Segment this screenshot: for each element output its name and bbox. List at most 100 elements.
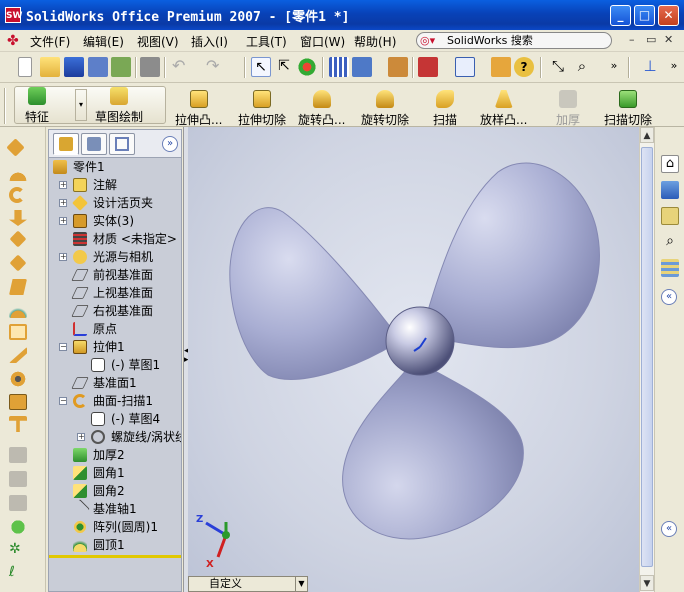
- normal-to-icon[interactable]: ⊥: [640, 57, 660, 77]
- fillet-icon[interactable]: [9, 347, 27, 363]
- reference-point-icon[interactable]: ✲: [9, 541, 27, 557]
- tree-item[interactable]: (-) 草图1: [49, 356, 181, 374]
- revolve-cut-icon[interactable]: [9, 302, 27, 318]
- tree-expander-icon[interactable]: −: [59, 343, 67, 351]
- sweep-icon[interactable]: [9, 187, 25, 203]
- make-drawing-icon[interactable]: [88, 57, 108, 77]
- menu-tools[interactable]: 工具(T): [246, 33, 287, 50]
- sketch-relations-icon[interactable]: [352, 57, 372, 77]
- cut-extrude-icon[interactable]: [9, 230, 27, 248]
- tree-item[interactable]: 前视基准面: [49, 266, 181, 284]
- menu-edit[interactable]: 编辑(E): [83, 33, 124, 50]
- revolved-cut-button[interactable]: 旋转切除: [361, 90, 409, 128]
- featuremanager-tab[interactable]: [53, 133, 79, 155]
- scroll-up-icon[interactable]: ▲: [640, 127, 654, 143]
- loft-icon[interactable]: [9, 210, 27, 226]
- tree-item[interactable]: + 螺旋线/涡状线1: [49, 428, 181, 446]
- close-button[interactable]: ✕: [658, 5, 679, 26]
- make-assembly-icon[interactable]: [111, 57, 131, 77]
- revolved-boss-button[interactable]: 旋转凸...: [298, 90, 345, 128]
- undo-icon[interactable]: ↶: [172, 57, 192, 77]
- menu-window[interactable]: 窗口(W): [300, 33, 345, 50]
- search-icon[interactable]: ⌕: [661, 233, 679, 251]
- tree-item[interactable]: + 光源与相机: [49, 248, 181, 266]
- view-palette-icon[interactable]: [661, 259, 679, 277]
- cut-revolve-icon[interactable]: [9, 254, 27, 272]
- reference-geometry-icon[interactable]: [388, 57, 408, 77]
- rollback-bar[interactable]: [49, 555, 181, 558]
- propeller-model[interactable]: [188, 127, 639, 592]
- tree-item[interactable]: + 实体(3): [49, 212, 181, 230]
- propertymanager-tab[interactable]: [81, 133, 107, 155]
- lofted-boss-button[interactable]: 放样凸...: [480, 90, 527, 128]
- help-icon[interactable]: ?: [514, 57, 534, 77]
- tree-item[interactable]: 圆角2: [49, 482, 181, 500]
- new-document-icon[interactable]: [18, 57, 32, 77]
- tree-item[interactable]: 零件1: [49, 158, 181, 176]
- swept-cut-button[interactable]: 扫描切除: [604, 90, 652, 128]
- title-bar[interactable]: SW SolidWorks Office Premium 2007 - [零件1…: [0, 0, 684, 30]
- thicken-button[interactable]: 加厚: [556, 90, 580, 128]
- features-tab[interactable]: 特征: [25, 87, 49, 125]
- tree-expander-icon[interactable]: −: [59, 397, 67, 405]
- scroll-thumb[interactable]: [641, 147, 653, 567]
- extruded-cut-button[interactable]: 拉伸切除: [238, 90, 286, 128]
- extruded-boss-button[interactable]: 拉伸凸...: [175, 90, 222, 128]
- menu-file[interactable]: 文件(F): [30, 33, 70, 50]
- solidworks-app-icon[interactable]: SW: [5, 7, 22, 23]
- tree-expander-icon[interactable]: +: [59, 253, 67, 261]
- zoom-to-fit-icon[interactable]: ⤡: [548, 57, 568, 77]
- tree-item[interactable]: 阵列(圆周)1: [49, 518, 181, 536]
- tree-expander-icon[interactable]: +: [59, 181, 67, 189]
- properties-icon[interactable]: [491, 57, 511, 77]
- cut-sweep-icon[interactable]: [9, 279, 27, 295]
- tree-item[interactable]: 原点: [49, 320, 181, 338]
- task-pane-collapse-icon[interactable]: «: [661, 289, 677, 305]
- tree-item[interactable]: 圆顶1: [49, 536, 181, 554]
- solidworks-logo-icon[interactable]: ✤: [7, 33, 27, 49]
- tree-item[interactable]: 加厚2: [49, 446, 181, 464]
- options-grid-icon[interactable]: [329, 57, 349, 77]
- view-orientation-dropdown[interactable]: 自定义 ▼: [188, 576, 308, 592]
- configurationmanager-tab[interactable]: [109, 133, 135, 155]
- tree-item[interactable]: 右视基准面: [49, 302, 181, 320]
- revolve-icon[interactable]: [9, 165, 27, 181]
- toolbar-overflow-icon[interactable]: »: [604, 57, 624, 77]
- tree-item[interactable]: (-) 草图4: [49, 410, 181, 428]
- doc-restore-button[interactable]: ▭: [646, 33, 656, 46]
- redo-icon[interactable]: ↷: [206, 57, 226, 77]
- select-arrow-icon[interactable]: ↖: [251, 57, 271, 77]
- rib-icon[interactable]: [9, 394, 27, 410]
- menu-view[interactable]: 视图(V): [137, 33, 179, 50]
- tree-item[interactable]: 圆角1: [49, 464, 181, 482]
- chevron-down-icon[interactable]: ▼: [295, 577, 307, 591]
- menu-help[interactable]: 帮助(H): [354, 33, 396, 50]
- tree-item[interactable]: 基准面1: [49, 374, 181, 392]
- vertical-scrollbar[interactable]: ▲ ▼: [639, 127, 654, 592]
- print-icon[interactable]: [140, 57, 160, 77]
- design-library-icon[interactable]: [661, 181, 679, 199]
- extrude-icon[interactable]: [6, 138, 25, 157]
- dome-icon[interactable]: [9, 519, 27, 535]
- tree-item[interactable]: 基准轴1: [49, 499, 181, 519]
- tree-item[interactable]: − 曲面-扫描1: [49, 392, 181, 410]
- curve-icon[interactable]: ℓ: [9, 564, 27, 580]
- open-folder-icon[interactable]: [40, 57, 60, 77]
- doc-minimize-button[interactable]: –: [629, 33, 635, 46]
- tree-expander-icon[interactable]: +: [59, 199, 67, 207]
- task-pane-expand-icon[interactable]: «: [661, 521, 677, 537]
- select-filter-icon[interactable]: ⇱: [274, 57, 294, 77]
- display-style-icon[interactable]: [418, 57, 438, 77]
- tree-item[interactable]: − 拉伸1: [49, 338, 181, 356]
- tree-item[interactable]: 上视基准面: [49, 284, 181, 302]
- tree-item[interactable]: + 设计活页夹: [49, 194, 181, 212]
- swept-boss-button[interactable]: 扫描: [433, 90, 457, 128]
- features-dropdown-arrow[interactable]: ▾: [75, 89, 87, 121]
- panel-expand-icon[interactable]: »: [162, 136, 178, 152]
- maximize-button[interactable]: □: [634, 5, 655, 26]
- home-icon[interactable]: ⌂: [661, 155, 679, 173]
- minimize-button[interactable]: _: [610, 5, 631, 26]
- scroll-down-icon[interactable]: ▼: [640, 575, 654, 591]
- doc-close-button[interactable]: ✕: [664, 33, 673, 46]
- toolbar-overflow-icon[interactable]: »: [664, 57, 684, 77]
